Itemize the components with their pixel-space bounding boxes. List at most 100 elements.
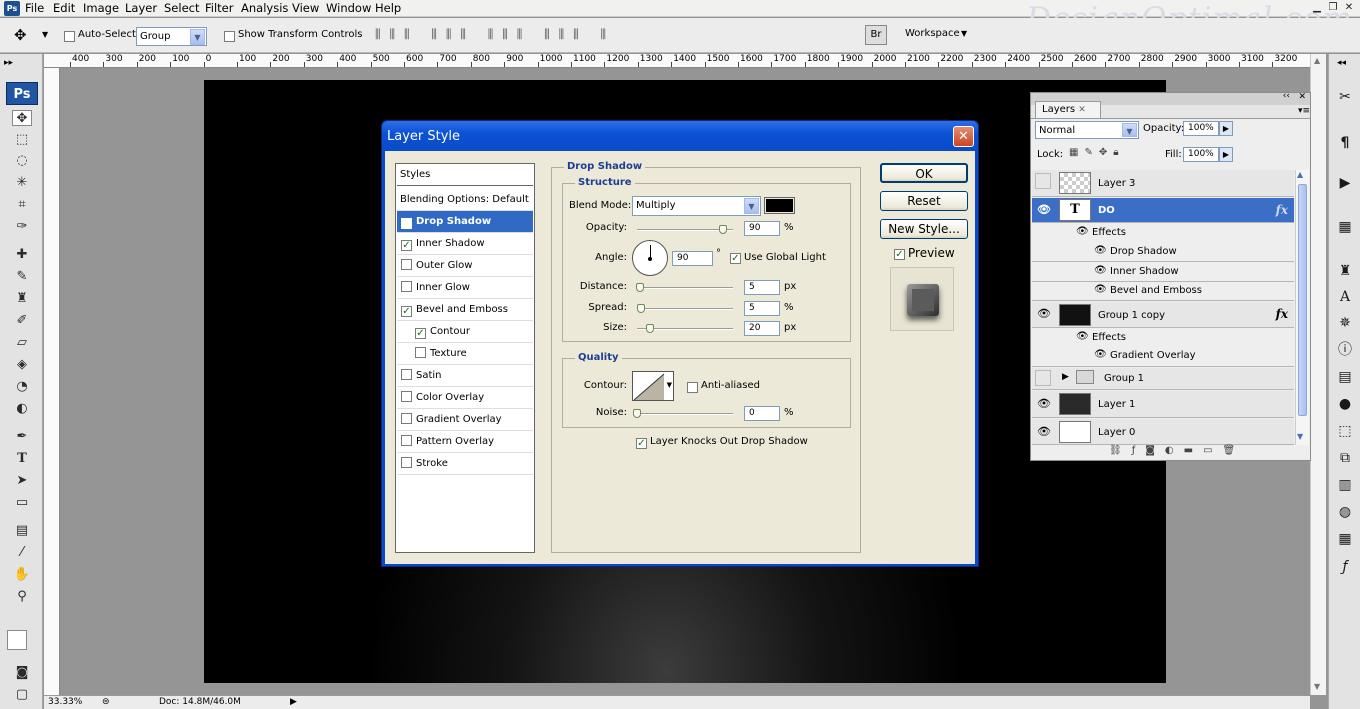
dialog-close-button[interactable]: ✕ [953, 126, 974, 147]
status-menu-arrow-icon[interactable]: ▶ [290, 697, 297, 707]
style-item-inner-glow[interactable]: Inner Glow [397, 277, 533, 299]
dodge-tool-icon[interactable]: ◐ [12, 401, 32, 417]
paths-icon[interactable]: ƒ [1334, 556, 1356, 578]
reset-button[interactable]: Reset [880, 191, 968, 211]
style-checkbox[interactable] [401, 435, 412, 446]
layer-row-layer-3[interactable]: Layer 3 [1032, 170, 1294, 197]
path-selection-icon[interactable]: ➤ [12, 473, 32, 489]
opacity-slider[interactable] [637, 225, 733, 234]
fx-icon[interactable]: fx [1276, 307, 1288, 321]
color-icon[interactable]: ● [1334, 393, 1356, 415]
effect-row-inner-shadow[interactable]: 👁︎ Inner Shadow [1032, 263, 1294, 282]
effects-row[interactable]: 👁︎ Effects [1032, 224, 1294, 242]
layer-footer-icons[interactable]: ⛓ƒ◙◐▬▭🗑︎ [1109, 445, 1245, 456]
brush-tool-icon[interactable]: ✎ [12, 269, 32, 285]
preview-checkbox[interactable] [894, 247, 905, 260]
style-item-contour[interactable]: Contour [397, 321, 533, 343]
noise-slider-knob[interactable] [633, 409, 641, 418]
menu-layer[interactable]: Layer [125, 1, 157, 15]
layer-comps-icon[interactable]: ▥ [1334, 474, 1356, 496]
style-checkbox[interactable] [401, 240, 412, 251]
contour-picker[interactable]: ▼ [632, 371, 674, 401]
move-tool-icon[interactable]: ✥ [12, 110, 32, 126]
blend-mode-dropdown[interactable]: Multiply ▼ [632, 196, 761, 216]
effect-row-gradient-overlay[interactable]: 👁︎ Gradient Overlay [1032, 347, 1294, 367]
blur-tool-icon[interactable]: ◔ [12, 379, 32, 395]
fill-arrow-icon[interactable]: ▶ [1219, 147, 1233, 162]
lock-icons[interactable]: ▦✎✥🔒︎ [1069, 147, 1125, 158]
menu-view[interactable]: View [292, 1, 319, 15]
use-global-light-checkbox[interactable] [730, 251, 741, 264]
layer-row-group-1-copy[interactable]: 👁︎ Group 1 copy fx [1032, 302, 1294, 328]
layer-name[interactable]: Layer 1 [1098, 399, 1135, 410]
opacity-slider-knob[interactable] [719, 225, 728, 234]
rectangle-tool-icon[interactable]: ▭ [12, 495, 32, 511]
shadow-color-swatch[interactable] [764, 197, 795, 214]
layers-scrollbar[interactable]: ▲ ▼ [1295, 170, 1309, 445]
layer-row-layer-0[interactable]: 👁︎ Layer 0 [1032, 419, 1294, 445]
style-checkbox[interactable] [415, 328, 426, 339]
layer-opacity-input[interactable]: 100% [1183, 121, 1219, 136]
knockout-checkbox[interactable] [636, 436, 647, 449]
vertical-scrollbar[interactable]: ▲ ▼ [1310, 54, 1326, 695]
layer-row-do[interactable]: 👁︎ T DO fx [1032, 198, 1294, 223]
hand-tool-icon[interactable]: ✋ [12, 567, 32, 583]
menu-analysis[interactable]: Analysis [241, 1, 288, 15]
eraser-tool-icon[interactable]: ▱ [12, 335, 32, 351]
histogram-icon[interactable]: ▤ [1334, 366, 1356, 388]
eyedropper-icon[interactable]: ⁄ [12, 545, 32, 561]
auto-select-dropdown[interactable]: Group ▼ [136, 27, 207, 46]
lasso-tool-icon[interactable]: ◌ [12, 153, 32, 169]
size-slider-knob[interactable] [646, 324, 654, 333]
style-item-satin[interactable]: Satin [397, 365, 533, 387]
clone-source-icon[interactable]: ♜ [1334, 260, 1356, 282]
size-input[interactable]: 20 [744, 321, 780, 336]
close-icon[interactable]: ✕ [1298, 92, 1306, 102]
brushes-icon[interactable]: ✵ [1334, 312, 1356, 334]
scroll-thumb[interactable] [1298, 184, 1307, 416]
angle-dial[interactable] [632, 240, 668, 276]
menu-window[interactable]: Window [326, 1, 371, 15]
channels-icon[interactable]: ▦ [1334, 528, 1356, 550]
layer-row-layer-1[interactable]: 👁︎ Layer 1 [1032, 391, 1294, 418]
style-item-bevel-and-emboss[interactable]: Bevel and Emboss [397, 299, 533, 321]
effects-row[interactable]: 👁︎ Effects [1032, 329, 1294, 347]
style-checkbox[interactable] [415, 347, 426, 358]
dialog-titlebar[interactable]: Layer Style ✕ [382, 121, 978, 151]
bridge-icon[interactable]: Br [865, 25, 887, 45]
eyedropper-tool-icon[interactable]: ✑ [12, 219, 32, 235]
menu-help[interactable]: Help [375, 1, 401, 15]
magic-wand-icon[interactable]: ✳ [12, 175, 32, 191]
style-item-stroke[interactable]: Stroke [397, 453, 533, 475]
style-item-color-overlay[interactable]: Color Overlay [397, 387, 533, 409]
style-checkbox[interactable] [401, 306, 412, 317]
eye-icon[interactable]: 👁︎ [1034, 200, 1054, 220]
zoom-tool-icon[interactable]: ⚲ [12, 589, 32, 605]
background-color-swatch[interactable] [7, 630, 27, 650]
swatches-icon[interactable]: ⬚ [1334, 420, 1356, 442]
history-brush-icon[interactable]: ✐ [12, 313, 32, 329]
anti-aliased-checkbox[interactable] [687, 380, 698, 393]
style-item-drop-shadow[interactable]: Drop Shadow [397, 211, 533, 233]
blending-options-item[interactable]: Blending Options: Default [397, 189, 533, 211]
close-tab-icon[interactable]: ✕ [1078, 105, 1086, 115]
workspace-button[interactable]: Workspace [905, 28, 960, 39]
visibility-toggle[interactable] [1035, 370, 1051, 386]
eye-icon[interactable]: 👁︎ [1076, 331, 1089, 342]
style-item-outer-glow[interactable]: Outer Glow [397, 255, 533, 277]
eye-icon[interactable]: 👁︎ [1094, 265, 1107, 276]
styles-icon[interactable]: ◍ [1334, 501, 1356, 523]
opacity-input[interactable]: 90 [744, 221, 780, 236]
menu-select[interactable]: Select [164, 1, 199, 15]
scroll-up-icon[interactable]: ▲ [1297, 170, 1303, 179]
spread-slider[interactable] [637, 304, 733, 313]
visibility-toggle[interactable] [1035, 173, 1051, 189]
layer-name[interactable]: Group 1 [1104, 373, 1144, 384]
clone-stamp-icon[interactable]: ♜ [12, 291, 32, 307]
navigator-icon[interactable]: ▦ [1334, 216, 1356, 238]
quick-mask-icon[interactable]: ◙ [12, 665, 32, 681]
collapse-icon[interactable]: ‹‹ [1283, 91, 1290, 101]
move-tool-icon[interactable]: ✥ [14, 26, 27, 44]
effect-row-bevel[interactable]: 👁︎ Bevel and Emboss [1032, 282, 1294, 301]
crop-tool-icon[interactable]: ⌗ [12, 197, 32, 213]
